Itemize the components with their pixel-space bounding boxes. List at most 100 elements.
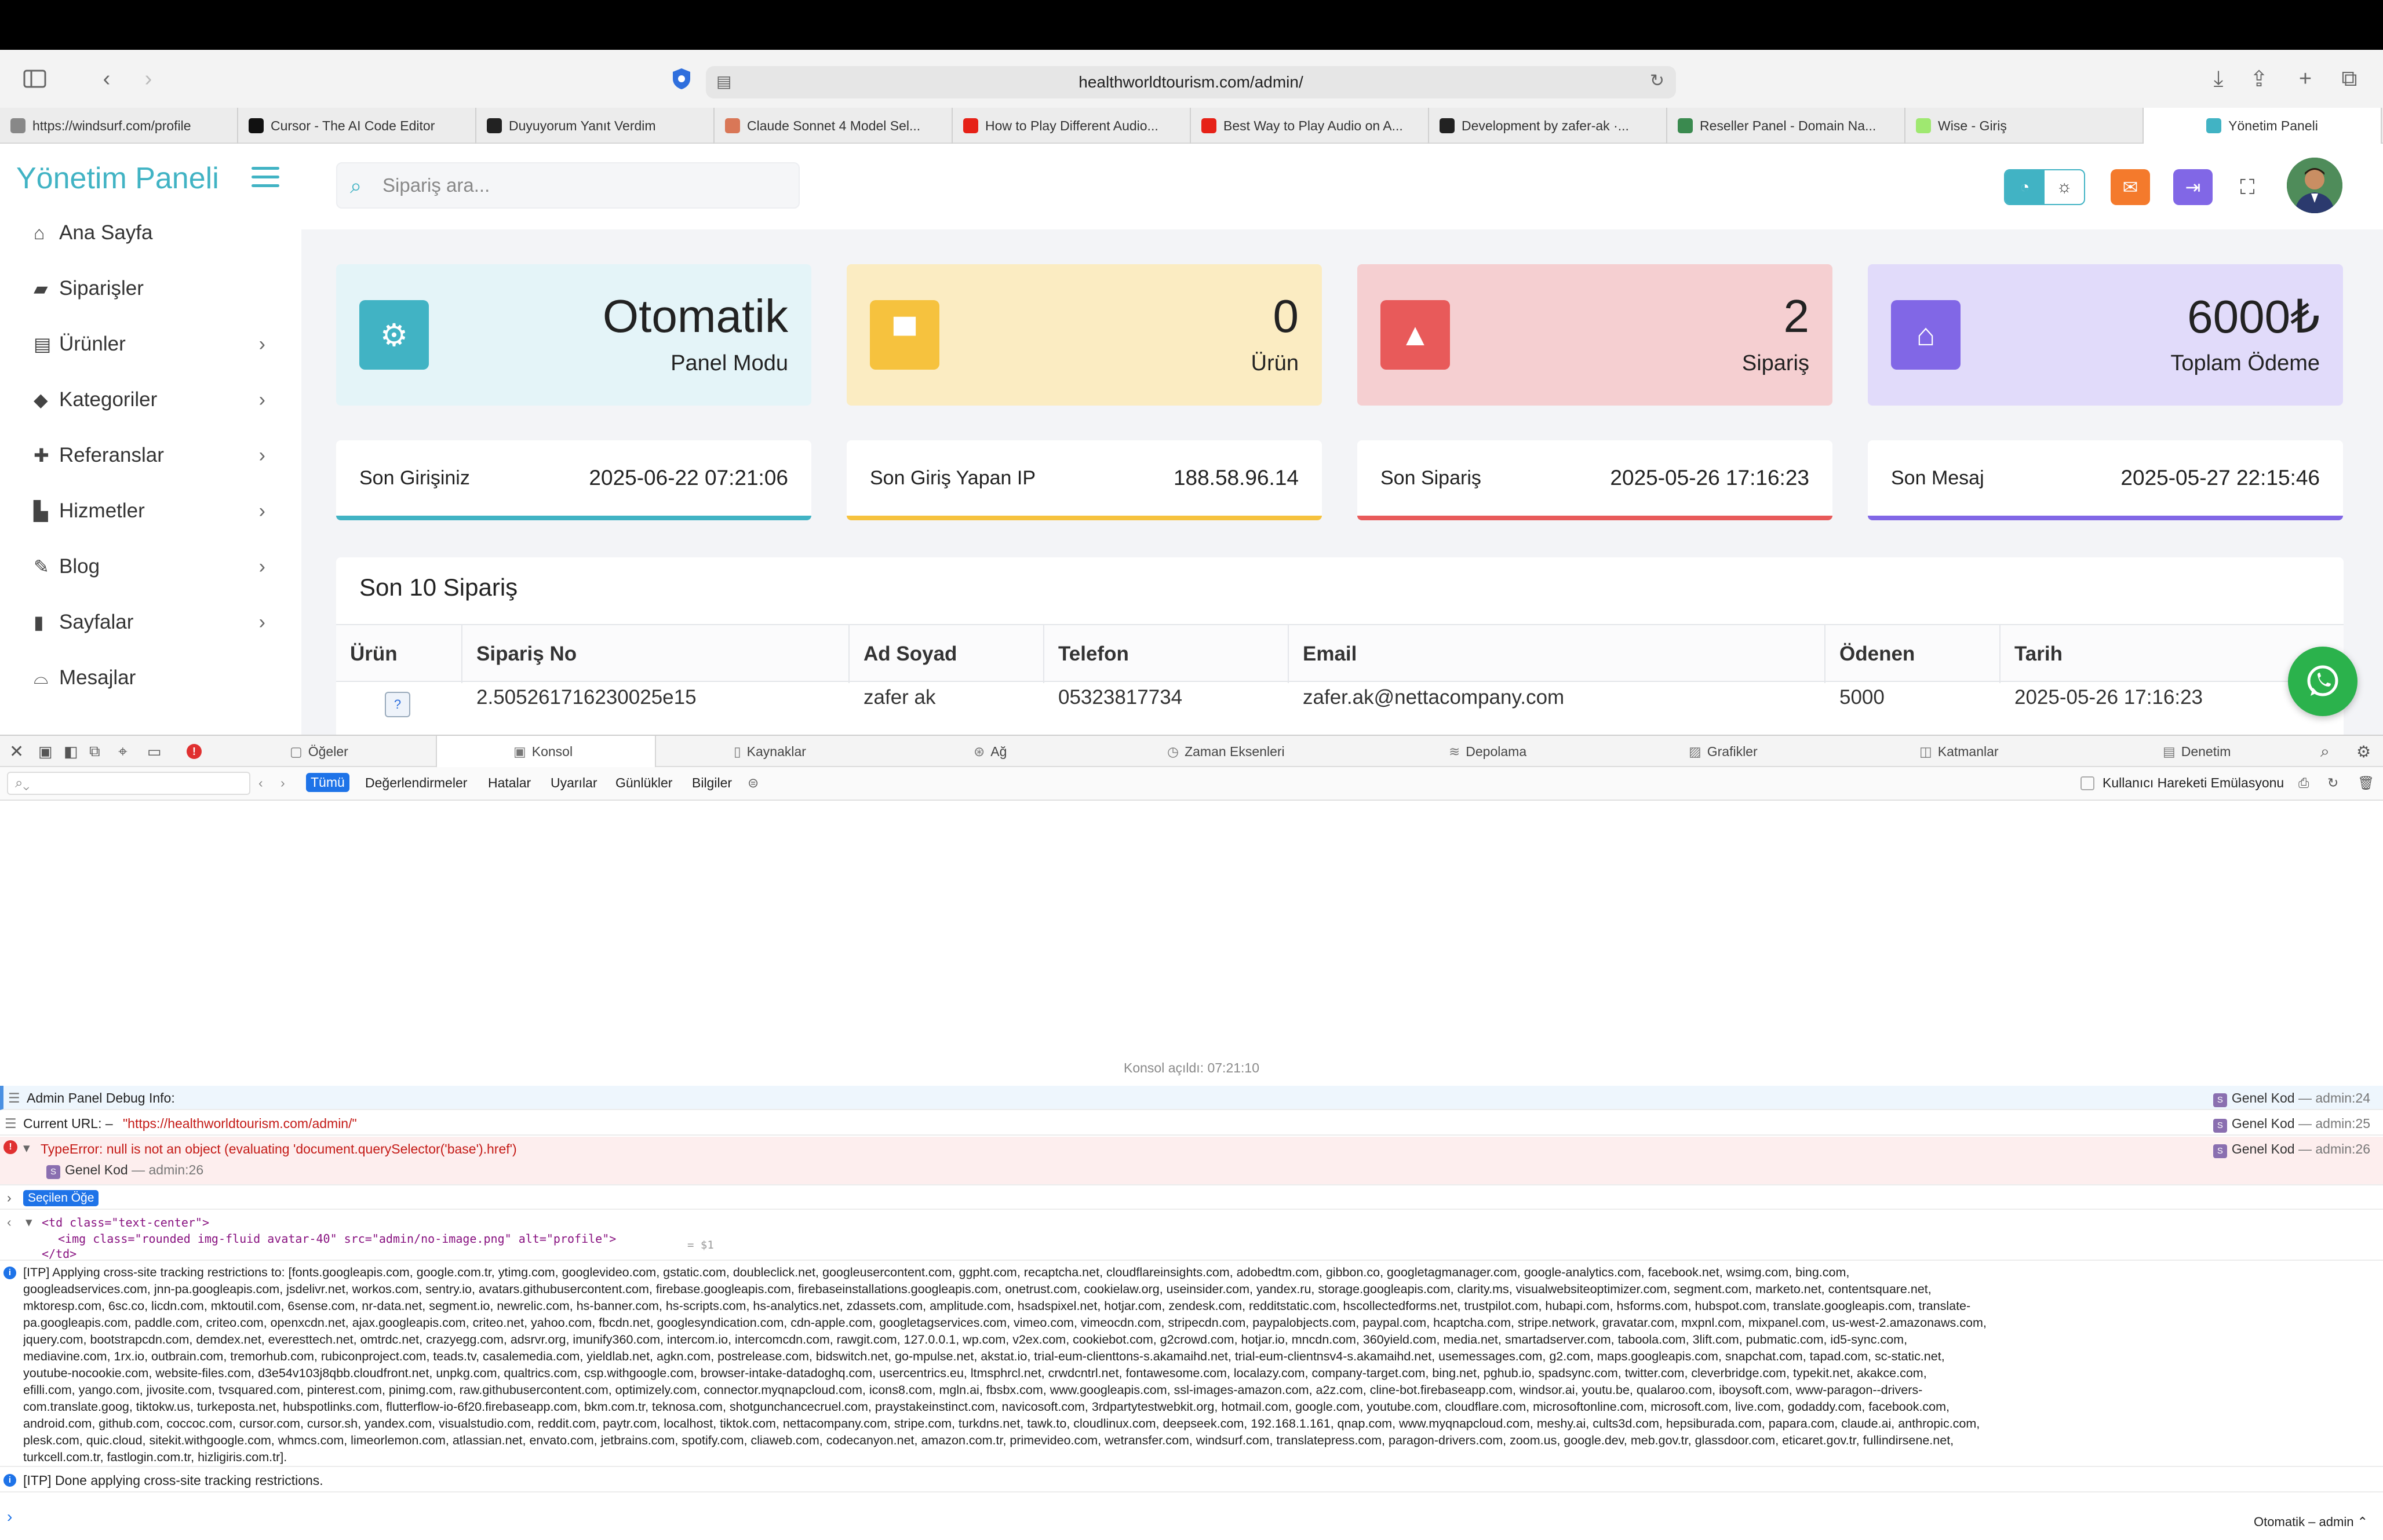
device-icon[interactable]: ▭ — [147, 736, 162, 767]
logout-icon[interactable]: ⇥ — [2173, 169, 2213, 205]
itp-message[interactable]: i [ITP] Applying cross-site tracking res… — [0, 1262, 2383, 1467]
browser-tab[interactable]: How to Play Different Audio... — [953, 108, 1191, 144]
sidebar-item[interactable]: ✎ Blog › — [34, 549, 265, 584]
console-error[interactable]: ! ▾ TypeError: null is not an object (ev… — [0, 1137, 2383, 1185]
expand-icon[interactable]: ▾ — [25, 1214, 32, 1230]
sidebar-item[interactable]: ▤ Ürünler › — [34, 327, 265, 362]
browser-tab[interactable]: Cursor - The AI Code Editor — [238, 108, 476, 144]
devtools-tab-label: Depolama — [1466, 743, 1527, 759]
filter-logs[interactable]: Günlükler — [615, 775, 672, 791]
devtools-tab[interactable]: ▢ Öğeler — [290, 736, 348, 767]
devtools-tab[interactable]: ◷ Zaman Eksenleri — [1167, 736, 1285, 767]
console-message[interactable]: ☰ Current URL: – "https://healthworldtou… — [0, 1111, 2383, 1136]
column-header[interactable]: Sipariş No — [462, 625, 850, 683]
customer-name: zafer ak — [863, 686, 936, 709]
filter-info[interactable]: Bilgiler — [692, 775, 732, 791]
close-icon[interactable]: ✕ — [9, 736, 24, 767]
sidebar-item[interactable]: ✚ Referanslar › — [34, 438, 265, 473]
dock-side-icon[interactable]: ◧ — [64, 736, 78, 767]
message-source[interactable]: S Genel Kod — admin:26 — [2213, 1141, 2370, 1158]
execution-context-select[interactable]: Otomatik – admin ⌃ — [2254, 1515, 2368, 1530]
mail-icon[interactable]: ✉ — [2111, 169, 2150, 205]
history-forward-icon[interactable]: › — [280, 775, 285, 791]
emulation-checkbox[interactable] — [2080, 776, 2094, 790]
error-count-icon[interactable]: ! — [187, 736, 202, 767]
search-icon[interactable]: ⌕ — [2320, 736, 2330, 767]
element-picker-icon[interactable]: ⌖ — [118, 736, 127, 767]
column-header[interactable]: Email — [1289, 625, 1825, 683]
sidebar-item[interactable]: ◆ Kategoriler › — [34, 382, 265, 417]
clear-console-icon[interactable]: 🗑 — [2358, 775, 2374, 791]
brand-title[interactable]: Yönetim Paneli — [16, 161, 219, 196]
sidebar-item[interactable]: ⌂ Ana Sayfa — [34, 216, 265, 250]
sidebar-toggle-icon[interactable] — [19, 63, 51, 95]
sun-icon[interactable]: ☼ — [2045, 170, 2084, 204]
shield-icon[interactable] — [665, 63, 698, 95]
avatar[interactable] — [2287, 158, 2342, 213]
evaluation-result[interactable]: ‹ ▾ <td class="text-center"> <img class=… — [0, 1211, 2383, 1261]
tab-overview-icon[interactable]: ⧉ — [2333, 63, 2366, 95]
console-filter-input[interactable]: ⌕⌄ — [7, 772, 250, 795]
share-icon[interactable]: ⇪ — [2243, 63, 2275, 95]
devtools-tab[interactable]: ▤ Denetim — [2163, 736, 2231, 767]
theme-toggle[interactable]: ◔ ☼ — [2004, 169, 2085, 205]
console-message[interactable]: ☰ Admin Panel Debug Info: S Genel Kod — a… — [0, 1086, 2383, 1110]
preserve-log-icon[interactable]: ⎙ — [2298, 775, 2309, 791]
new-tab-icon[interactable]: + — [2289, 63, 2322, 95]
error-source[interactable]: S Genel Kod — admin:26 — [46, 1162, 203, 1179]
undock-icon[interactable]: ⧉ — [89, 736, 100, 767]
search-box[interactable]: ⌕ Sipariş ara... — [336, 162, 800, 209]
orders-table-header: Ürün Sipariş No Ad Soyad Telefon Email Ö… — [336, 624, 2344, 683]
browser-tab[interactable]: Claude Sonnet 4 Model Sel... — [715, 108, 953, 144]
browser-tab[interactable]: Reseller Panel - Domain Na... — [1667, 108, 1905, 144]
selected-element-row[interactable]: › Seçilen Öğe — [0, 1187, 2383, 1210]
filter-evaluations[interactable]: Değerlendirmeler — [365, 775, 467, 791]
devtools-tab[interactable]: ◫ Katmanlar — [1919, 736, 1999, 767]
column-header[interactable]: Telefon — [1044, 625, 1289, 683]
filter-warnings[interactable]: Uyarılar — [551, 775, 597, 791]
sidebar-item[interactable]: ⌓ Mesajlar — [34, 660, 265, 695]
filter-errors[interactable]: Hatalar — [488, 775, 531, 791]
browser-tab[interactable]: Duyuyorum Yanıt Verdim — [476, 108, 715, 144]
browser-tab[interactable]: Wise - Giriş — [1905, 108, 2144, 144]
browser-tab[interactable]: Yönetim Paneli — [2144, 108, 2382, 144]
message-source[interactable]: S Genel Kod — admin:25 — [2213, 1116, 2370, 1133]
filter-options-icon[interactable]: ⊜ — [748, 775, 759, 791]
expand-icon[interactable]: › — [7, 1190, 12, 1206]
reload-icon[interactable]: ↻ — [2327, 775, 2338, 791]
whatsapp-icon[interactable] — [2288, 647, 2358, 716]
column-header[interactable]: Ürün — [336, 625, 462, 683]
itp-done-message[interactable]: i [ITP] Done applying cross-site trackin… — [0, 1468, 2383, 1492]
sidebar-item[interactable]: ▮ Sayfalar › — [34, 605, 265, 640]
hamburger-menu-icon[interactable] — [252, 167, 279, 190]
browser-tab[interactable]: Best Way to Play Audio on A... — [1191, 108, 1429, 144]
page-settings-icon[interactable]: ▤ — [716, 72, 731, 91]
download-icon[interactable]: ⤓ — [2202, 63, 2235, 95]
history-back-icon[interactable]: ‹ — [258, 775, 263, 791]
filter-all[interactable]: Tümü — [306, 773, 349, 792]
devtools-tab[interactable]: ▨ Grafikler — [1689, 736, 1758, 767]
theme-auto-icon[interactable]: ◔ — [2005, 170, 2045, 204]
fullscreen-icon[interactable]: ⛶ — [2228, 169, 2267, 205]
back-icon[interactable]: ‹ — [90, 63, 123, 95]
reload-icon[interactable]: ↻ — [1650, 71, 1664, 91]
devtools-tab[interactable]: ▣ Konsol — [436, 736, 656, 767]
expand-icon[interactable]: ▾ — [23, 1140, 30, 1156]
console-prompt[interactable]: › Otomatik – admin ⌃ — [0, 1504, 2383, 1540]
column-header[interactable]: Ad Soyad — [850, 625, 1044, 683]
devtools-tab[interactable]: ▯ Kaynaklar — [734, 736, 806, 767]
sidebar-item[interactable]: ▙ Hizmetler › — [34, 494, 265, 528]
forward-icon[interactable]: › — [132, 63, 165, 95]
address-bar[interactable]: ▤ healthworldtourism.com/admin/ ↻ — [706, 66, 1676, 98]
gear-icon[interactable]: ⚙ — [2356, 736, 2371, 767]
dock-bottom-icon[interactable]: ▣ — [38, 736, 53, 767]
devtools-tab[interactable]: ≋ Depolama — [1449, 736, 1526, 767]
browser-tab[interactable]: https://windsurf.com/profile — [0, 108, 238, 144]
browser-tab[interactable]: Development by zafer-ak ·... — [1429, 108, 1667, 144]
timelines-icon: ◷ — [1167, 743, 1179, 759]
column-header[interactable]: Ödenen — [1825, 625, 2001, 683]
search-input[interactable]: Sipariş ara... — [382, 174, 490, 196]
sidebar-item[interactable]: ▰ Siparişler — [34, 271, 265, 306]
message-source[interactable]: S Genel Kod — admin:24 — [2213, 1090, 2370, 1107]
devtools-tab[interactable]: ⊛ Ağ — [974, 736, 1007, 767]
